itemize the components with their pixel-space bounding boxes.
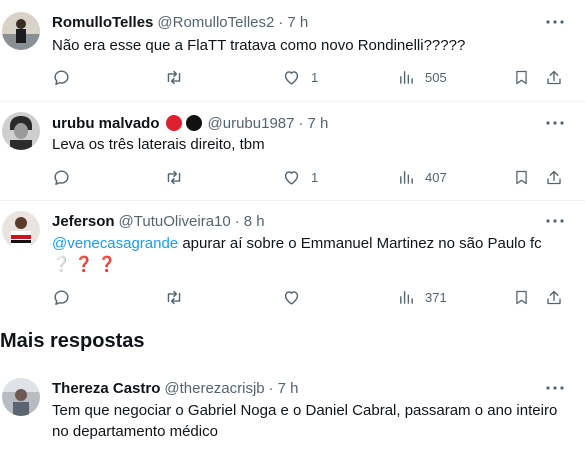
share-button[interactable] — [545, 286, 563, 308]
share-button[interactable] — [545, 66, 563, 88]
views-button[interactable]: 505 — [398, 66, 447, 88]
views-button[interactable]: 371 — [398, 286, 447, 308]
retweet-icon — [164, 168, 184, 187]
red-question-mark-icon: ❓ — [74, 256, 94, 273]
reply-tweet[interactable]: urubu malvado @urubu1987 · 7 h Leva os t… — [0, 102, 585, 200]
retweet-button[interactable] — [164, 286, 184, 308]
separator: · — [278, 13, 284, 31]
share-button[interactable] — [545, 166, 563, 188]
tweet-text: Leva os três laterais direito, tbm — [52, 136, 265, 153]
share-icon — [545, 288, 563, 307]
avatar[interactable] — [2, 211, 40, 249]
author-name[interactable]: RomulloTelles — [52, 14, 153, 31]
share-icon — [545, 68, 563, 87]
author-handle[interactable]: @urubu1987 — [208, 115, 295, 132]
reply-icon — [52, 68, 71, 87]
share-icon — [545, 168, 563, 187]
tweet-text: Tem que negociar o Gabriel Noga e o Dani… — [52, 402, 558, 440]
views-count: 505 — [425, 69, 447, 85]
like-icon — [282, 288, 301, 307]
like-icon — [282, 68, 301, 87]
mention-link[interactable]: @venecasagrande — [52, 235, 178, 252]
timestamp[interactable]: 7 h — [278, 380, 299, 397]
more-icon[interactable] — [545, 12, 565, 32]
author-name[interactable]: Thereza Castro — [52, 380, 160, 397]
tweet-text: @venecasagrande apurar aí sobre o Emmanu… — [52, 233, 572, 275]
bookmark-button[interactable] — [513, 66, 530, 88]
views-icon — [398, 169, 415, 186]
bookmark-icon — [513, 168, 530, 187]
like-count: 1 — [311, 169, 319, 185]
avatar[interactable] — [2, 378, 40, 416]
action-bar: 371 — [0, 286, 585, 308]
reply-tweet[interactable]: Jeferson @TutuOliveira10 · 8 h @venecasa… — [0, 201, 585, 319]
views-count: 407 — [425, 169, 447, 185]
bookmark-button[interactable] — [513, 166, 530, 188]
bookmark-button[interactable] — [513, 286, 530, 308]
reply-tweet[interactable]: RomulloTelles @RomulloTelles2 · 7 h Não … — [0, 0, 585, 100]
views-count: 371 — [425, 289, 447, 305]
more-icon[interactable] — [545, 378, 565, 398]
author-handle[interactable]: @RomulloTelles2 — [157, 14, 274, 31]
reply-button[interactable] — [52, 286, 71, 308]
author-name[interactable]: Jeferson — [52, 213, 115, 230]
reply-icon — [52, 168, 71, 187]
like-icon — [282, 168, 301, 187]
timestamp[interactable]: 7 h — [307, 115, 328, 132]
timestamp[interactable]: 8 h — [244, 213, 265, 230]
red-question-mark-icon: ❓ — [97, 256, 117, 273]
separator: · — [298, 114, 304, 132]
section-title: Mais respostas — [0, 330, 145, 352]
timestamp[interactable]: 7 h — [287, 14, 308, 31]
like-count: 1 — [311, 69, 319, 85]
white-question-mark-icon: ❔ — [52, 256, 71, 273]
avatar[interactable] — [2, 12, 40, 50]
reply-button[interactable] — [52, 166, 71, 188]
views-icon — [398, 289, 415, 306]
like-button[interactable]: 1 — [282, 166, 318, 188]
like-button[interactable] — [282, 286, 301, 308]
reply-tweet[interactable]: Thereza Castro @therezacrisjb · 7 h Tem … — [0, 366, 585, 456]
black-circle-icon — [185, 115, 202, 131]
author-handle[interactable]: @TutuOliveira10 — [119, 213, 231, 230]
action-bar: 1 407 — [0, 166, 585, 188]
action-bar: 1 505 — [0, 66, 585, 88]
views-icon — [398, 69, 415, 86]
more-icon[interactable] — [545, 113, 565, 133]
author-handle[interactable]: @therezacrisjb — [164, 380, 264, 397]
retweet-icon — [164, 68, 184, 87]
separator: · — [234, 212, 240, 230]
retweet-icon — [164, 288, 184, 307]
bookmark-icon — [513, 68, 530, 87]
author-name[interactable]: urubu malvado — [52, 115, 160, 132]
tweet-text: Não era esse que a FlaTT tratava como no… — [52, 37, 466, 54]
retweet-button[interactable] — [164, 166, 184, 188]
reply-icon — [52, 288, 71, 307]
tweet-text-body: apurar aí sobre o Emmanuel Martinez no s… — [178, 235, 542, 252]
reply-button[interactable] — [52, 66, 71, 88]
views-button[interactable]: 407 — [398, 166, 447, 188]
separator: · — [268, 379, 274, 397]
red-circle-icon — [165, 115, 182, 131]
more-icon[interactable] — [545, 211, 565, 231]
bookmark-icon — [513, 288, 530, 307]
avatar[interactable] — [2, 112, 40, 150]
retweet-button[interactable] — [164, 66, 184, 88]
like-button[interactable]: 1 — [282, 66, 318, 88]
